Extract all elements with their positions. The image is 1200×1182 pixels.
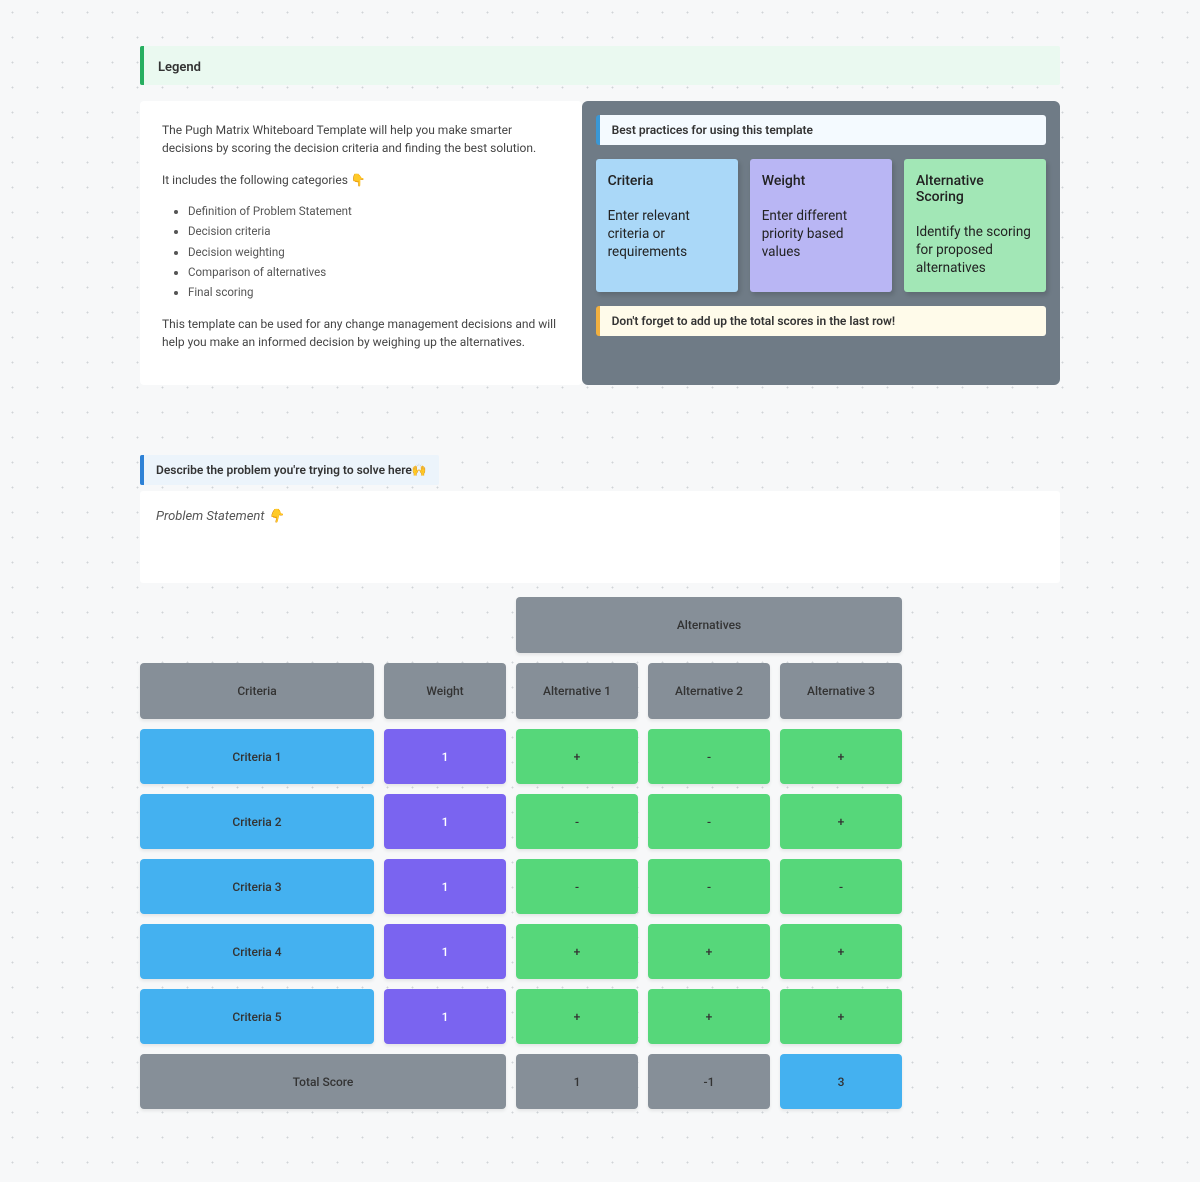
intro-p1: The Pugh Matrix Whiteboard Template will… — [162, 121, 560, 157]
sticky-scoring[interactable]: Alternative Scoring Identify the scoring… — [904, 159, 1046, 292]
score-cell[interactable]: - — [648, 729, 770, 784]
criteria-cell[interactable]: Criteria 2 — [140, 794, 374, 849]
sticky-weight[interactable]: Weight Enter different priority based va… — [750, 159, 892, 292]
total-row: Total Score 1 -1 3 — [140, 1054, 1060, 1109]
score-cell[interactable]: + — [648, 989, 770, 1044]
legend-callout: Legend — [140, 46, 1060, 85]
list-item: Final scoring — [188, 284, 560, 301]
score-cell[interactable]: + — [780, 794, 902, 849]
problem-callout: Describe the problem you're trying to so… — [140, 455, 439, 485]
score-cell[interactable]: - — [516, 859, 638, 914]
total-cell-best[interactable]: 3 — [780, 1054, 902, 1109]
tip-best-practices: Best practices for using this template — [596, 115, 1046, 145]
alternatives-header[interactable]: Alternatives — [516, 597, 902, 653]
score-cell[interactable]: + — [648, 924, 770, 979]
list-item: Definition of Problem Statement — [188, 203, 560, 220]
score-cell[interactable]: + — [780, 729, 902, 784]
total-cell[interactable]: -1 — [648, 1054, 770, 1109]
table-row: Criteria 2 1 - - + — [140, 794, 1060, 849]
tip-totals: Don't forget to add up the total scores … — [596, 306, 1046, 336]
table-row: Criteria 4 1 + + + — [140, 924, 1060, 979]
criteria-cell[interactable]: Criteria 3 — [140, 859, 374, 914]
score-cell[interactable]: + — [780, 989, 902, 1044]
weight-cell[interactable]: 1 — [384, 794, 506, 849]
score-cell[interactable]: - — [516, 794, 638, 849]
table-row: Criteria 1 1 + - + — [140, 729, 1060, 784]
score-cell[interactable]: + — [780, 924, 902, 979]
intro-p2: It includes the following categories 👇 — [162, 171, 560, 189]
total-cell[interactable]: 1 — [516, 1054, 638, 1109]
score-cell[interactable]: + — [516, 989, 638, 1044]
sticky-criteria[interactable]: Criteria Enter relevant criteria or requ… — [596, 159, 738, 292]
score-cell[interactable]: - — [648, 859, 770, 914]
weight-cell[interactable]: 1 — [384, 859, 506, 914]
score-cell[interactable]: - — [780, 859, 902, 914]
criteria-cell[interactable]: Criteria 4 — [140, 924, 374, 979]
list-item: Decision weighting — [188, 244, 560, 261]
weight-cell[interactable]: 1 — [384, 989, 506, 1044]
problem-label: Problem Statement 👇 — [156, 509, 284, 524]
list-item: Decision criteria — [188, 223, 560, 240]
list-item: Comparison of alternatives — [188, 264, 560, 281]
alternatives-header-row: Alternatives — [140, 597, 1060, 653]
intro-card[interactable]: The Pugh Matrix Whiteboard Template will… — [140, 101, 582, 385]
sticky-row: Criteria Enter relevant criteria or requ… — [596, 159, 1046, 292]
whiteboard-canvas[interactable]: Legend The Pugh Matrix Whiteboard Templa… — [0, 0, 1200, 1149]
criteria-header[interactable]: Criteria — [140, 663, 374, 719]
intro-p3: This template can be used for any change… — [162, 315, 560, 351]
score-cell[interactable]: + — [516, 924, 638, 979]
table-row: Criteria 3 1 - - - — [140, 859, 1060, 914]
table-row: Criteria 5 1 + + + — [140, 989, 1060, 1044]
column-headers-row: Criteria Weight Alternative 1 Alternativ… — [140, 663, 1060, 719]
legend-label: Legend — [158, 60, 201, 75]
criteria-cell[interactable]: Criteria 5 — [140, 989, 374, 1044]
top-panel: The Pugh Matrix Whiteboard Template will… — [140, 101, 1060, 385]
guidance-card[interactable]: Best practices for using this template C… — [582, 101, 1060, 385]
alt1-header[interactable]: Alternative 1 — [516, 663, 638, 719]
weight-cell[interactable]: 1 — [384, 729, 506, 784]
weight-cell[interactable]: 1 — [384, 924, 506, 979]
score-cell[interactable]: - — [648, 794, 770, 849]
score-cell[interactable]: + — [516, 729, 638, 784]
intro-list: Definition of Problem Statement Decision… — [188, 203, 560, 301]
criteria-cell[interactable]: Criteria 1 — [140, 729, 374, 784]
alt3-header[interactable]: Alternative 3 — [780, 663, 902, 719]
weight-header[interactable]: Weight — [384, 663, 506, 719]
problem-statement-box[interactable]: Problem Statement 👇 — [140, 491, 1060, 583]
pugh-matrix: Alternatives Criteria Weight Alternative… — [140, 597, 1060, 1109]
total-label-cell[interactable]: Total Score — [140, 1054, 506, 1109]
alt2-header[interactable]: Alternative 2 — [648, 663, 770, 719]
